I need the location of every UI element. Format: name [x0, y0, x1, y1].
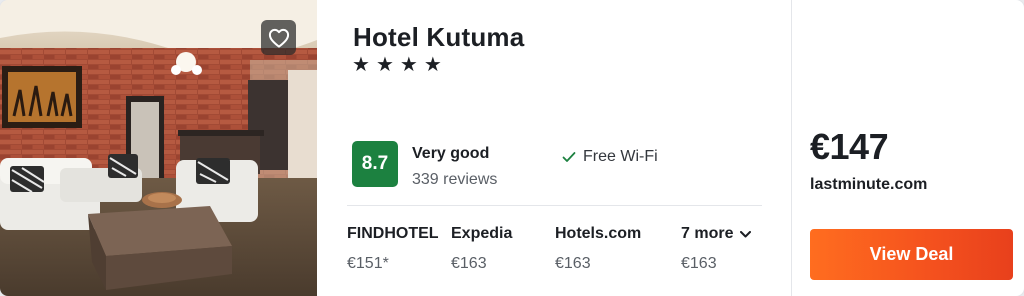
hotel-name[interactable]: Hotel Kutuma [353, 22, 524, 53]
favorite-button[interactable] [261, 20, 296, 55]
star-icon: ★ [399, 54, 418, 76]
star-icon: ★ [423, 54, 442, 76]
provider-price: €151* [347, 255, 389, 272]
chevron-down-icon [740, 230, 752, 237]
provider-expedia[interactable]: Expedia €163 [451, 225, 512, 273]
star-icon: ★ [352, 54, 370, 76]
deal-panel: €147 lastminute.com View Deal [791, 0, 1024, 296]
rating-label: Very good [412, 145, 490, 162]
provider-price: €163 [451, 255, 487, 272]
provider-findhotel[interactable]: FINDHOTEL €151* [347, 225, 439, 273]
provider-price: €163 [681, 255, 717, 272]
rating-score-badge[interactable]: 8.7 [352, 141, 398, 187]
more-providers-text: 7 more [681, 225, 734, 242]
hotel-photo[interactable] [0, 0, 317, 296]
review-count[interactable]: 339 reviews [412, 171, 497, 189]
provider-name: FINDHOTEL [347, 225, 439, 242]
star-rating: ★ ★ ★ ★ [352, 55, 442, 75]
amenity-label: Free Wi-Fi [583, 148, 658, 165]
divider [347, 205, 762, 206]
hotel-result-card[interactable]: Hotel Kutuma ★ ★ ★ ★ 8.7 Very good 339 r… [0, 0, 1024, 296]
best-price-site[interactable]: lastminute.com [810, 176, 927, 194]
checkmark-icon [562, 152, 576, 162]
provider-name: Expedia [451, 225, 513, 242]
heart-icon [268, 28, 289, 48]
more-providers-label: 7 more [681, 225, 752, 243]
provider-price: €163 [555, 255, 591, 272]
amenity-free-wifi: Free Wi-Fi [562, 148, 658, 166]
best-price[interactable]: €147 [810, 126, 889, 168]
view-deal-button[interactable]: View Deal [810, 229, 1013, 280]
provider-name: Hotels.com [555, 225, 642, 242]
provider-hotels-com[interactable]: Hotels.com €163 [555, 225, 641, 273]
star-icon: ★ [375, 54, 394, 76]
hotel-info: Hotel Kutuma ★ ★ ★ ★ 8.7 Very good 339 r… [317, 0, 791, 296]
more-providers-dropdown[interactable]: 7 more €163 [681, 225, 752, 273]
